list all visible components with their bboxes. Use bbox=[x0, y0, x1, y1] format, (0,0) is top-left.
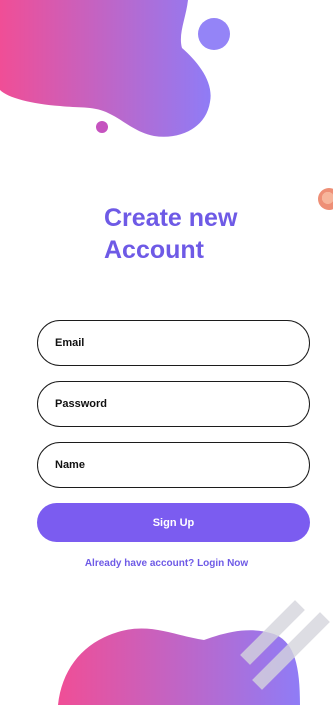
top-bubble-large bbox=[198, 18, 230, 50]
top-decorative-blob bbox=[0, 0, 230, 137]
name-field[interactable] bbox=[37, 442, 310, 488]
signup-screen: Create new Account Sign Up Already have … bbox=[0, 0, 333, 705]
password-field[interactable] bbox=[37, 381, 310, 427]
title-line-1: Create new bbox=[104, 204, 238, 232]
page-title: Create new Account bbox=[104, 202, 237, 266]
decorative-dot bbox=[318, 188, 333, 210]
sign-up-button[interactable]: Sign Up bbox=[37, 503, 310, 542]
top-blob-shape bbox=[0, 0, 211, 137]
email-field[interactable] bbox=[37, 320, 310, 366]
title-line-2: Account bbox=[104, 236, 204, 264]
watermark-chevron bbox=[240, 600, 330, 690]
top-bubble-small bbox=[96, 121, 108, 133]
